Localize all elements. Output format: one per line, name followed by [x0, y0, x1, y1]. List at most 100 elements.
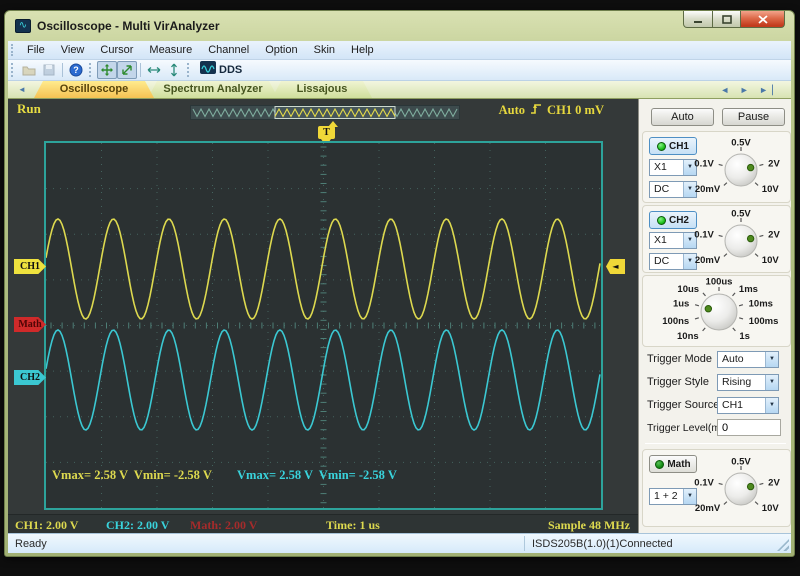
minimize-button[interactable] [683, 11, 713, 28]
dds-icon [200, 61, 216, 79]
svg-text:10V: 10V [762, 184, 780, 195]
svg-text:2V: 2V [768, 478, 780, 489]
toolbar-grip [11, 63, 16, 77]
ch1-button-label: CH1 [668, 140, 689, 152]
svg-text:0.5V: 0.5V [731, 138, 751, 149]
math-operation-value: 1 + 2 [654, 490, 678, 502]
math-position-marker[interactable]: Math [14, 317, 46, 332]
tab-nav-arrows-icon[interactable]: ◄ ► ►▏ [720, 85, 783, 96]
ch2-enable-button[interactable]: CH2 [649, 211, 697, 229]
open-button[interactable] [19, 61, 39, 79]
ch2-group: CH2 X1 ▼ DC ▼ 0.5V 2V 10V 20mV 0.1V [642, 205, 791, 273]
ch2-position-marker[interactable]: CH2 [14, 370, 46, 385]
ch2-coupling-select[interactable]: DC ▼ [649, 253, 697, 270]
menu-skin[interactable]: Skin [306, 41, 343, 59]
tab-lissajous[interactable]: Lissajous [272, 81, 372, 98]
svg-text:1s: 1s [739, 331, 750, 342]
svg-text:0.5V: 0.5V [731, 457, 751, 468]
horizontal-expand-icon[interactable] [144, 61, 164, 79]
trigger-mode-select[interactable]: Auto ▼ [717, 351, 779, 368]
ch1-led-icon [656, 141, 666, 151]
dds-label: DDS [219, 64, 243, 76]
svg-text:1ms: 1ms [739, 284, 758, 295]
ch1-vmax-vmin: Vmax= 2.58 V Vmin= -2.58 V [52, 468, 212, 482]
vertical-expand-icon[interactable] [164, 61, 184, 79]
menu-file[interactable]: File [19, 41, 53, 59]
toolbar-grip2 [89, 63, 94, 77]
chevron-down-icon: ▼ [765, 375, 778, 390]
menu-channel[interactable]: Channel [200, 41, 257, 59]
dds-button[interactable]: DDS [195, 61, 247, 79]
svg-text:2V: 2V [768, 230, 780, 241]
svg-text:?: ? [73, 65, 79, 75]
status-device: ISDS205B(1.0)(1)Connected [532, 538, 673, 550]
svg-text:0.1V: 0.1V [694, 478, 714, 489]
menu-cursor[interactable]: Cursor [92, 41, 141, 59]
svg-text:0.1V: 0.1V [694, 230, 714, 241]
svg-text:10V: 10V [762, 255, 780, 266]
help-icon[interactable]: ? [66, 61, 86, 79]
trigger-source-select[interactable]: CH1 ▼ [717, 397, 779, 414]
ch1-position-marker[interactable]: CH1 [14, 259, 46, 274]
trigger-mode-value: Auto [722, 353, 744, 365]
menu-grip [11, 43, 16, 57]
maximize-button[interactable] [713, 11, 741, 28]
ch2-button-label: CH2 [668, 214, 689, 226]
svg-text:10us: 10us [677, 284, 699, 295]
resize-grip[interactable] [777, 539, 789, 551]
math-button-label: Math [667, 458, 691, 470]
menu-help[interactable]: Help [343, 41, 382, 59]
ch1-enable-button[interactable]: CH1 [649, 137, 697, 155]
waveform-preview-strip[interactable] [190, 105, 460, 120]
tab-spectrum-analyzer[interactable]: Spectrum Analyzer [148, 81, 278, 98]
trigger-level-marker[interactable]: ◄ [606, 259, 625, 274]
rising-edge-icon [530, 102, 542, 119]
toolbar-grip3 [187, 63, 192, 77]
auto-button[interactable]: Auto [651, 108, 714, 126]
client-area: File View Cursor Measure Channel Option … [8, 41, 791, 553]
pause-button[interactable]: Pause [722, 108, 785, 126]
math-enable-button[interactable]: Math [649, 455, 697, 473]
ch1-volts-knob[interactable]: 0.5V 2V 10V 20mV 0.1V [694, 132, 791, 204]
ch2-volts-knob[interactable]: 0.5V 2V 10V 20mV 0.1V [694, 204, 791, 274]
trigger-mode-label: Trigger Mode [647, 353, 713, 365]
ch2-led-icon [656, 215, 666, 225]
app-window: ∿ Oscilloscope - Multi VirAnalyzer File … [4, 10, 795, 557]
math-operation-select[interactable]: 1 + 2 ▼ [649, 488, 697, 505]
trigger-time-marker[interactable]: T [318, 126, 335, 139]
menu-bar: File View Cursor Measure Channel Option … [8, 41, 791, 60]
menu-option[interactable]: Option [257, 41, 305, 59]
status-ready: Ready [15, 538, 47, 550]
toolbar-separator2 [140, 63, 141, 77]
toolbar-separator [62, 63, 63, 77]
app-icon: ∿ [15, 19, 31, 33]
move-trace-icon[interactable] [97, 61, 117, 79]
ch1-group: CH1 X1 ▼ DC ▼ 0.5V 2V 10V 20mV 0.1V [642, 131, 791, 203]
close-button[interactable] [741, 11, 785, 28]
svg-text:20mV: 20mV [695, 503, 721, 514]
trigger-channel-readout: CH1 0 mV [547, 103, 604, 117]
timebase-knob[interactable]: 100us 1ms 10ms 100ms 1s 10ns 100ns 1us 10us [643, 276, 791, 348]
scope-status-bar: CH1: 2.00 V CH2: 2.00 V Math: 2.00 V Tim… [8, 514, 638, 535]
ch2-probe-value: X1 [654, 234, 667, 246]
trigger-readout: Auto CH1 0 mV [499, 102, 604, 119]
ch2-probe-select[interactable]: X1 ▼ [649, 232, 697, 249]
menu-view[interactable]: View [53, 41, 93, 59]
save-button[interactable] [39, 61, 59, 79]
math-volts-knob[interactable]: 0.5V 2V 10V 20mV 0.1V [694, 452, 791, 524]
ch1-probe-select[interactable]: X1 ▼ [649, 159, 697, 176]
title-bar[interactable]: ∿ Oscilloscope - Multi VirAnalyzer [5, 11, 794, 41]
trigger-level-input[interactable] [717, 419, 781, 436]
status-separator [524, 536, 525, 551]
tab-oscilloscope[interactable]: Oscilloscope [34, 81, 154, 98]
menu-measure[interactable]: Measure [141, 41, 200, 59]
ch1-coupling-select[interactable]: DC ▼ [649, 181, 697, 198]
ch1-coupling-value: DC [654, 183, 670, 195]
math-group: Math 1 + 2 ▼ 0.5V 2V 10V 20mV 0.1V [642, 449, 791, 527]
trigger-source-value: CH1 [722, 399, 744, 411]
tab-scroll-left-icon[interactable]: ◄ [14, 82, 30, 97]
trigger-style-select[interactable]: Rising ▼ [717, 374, 779, 391]
scale-trace-icon[interactable] [117, 61, 137, 79]
trigger-mode-readout: Auto [498, 103, 526, 117]
scope-panel: Run T Auto CH1 0 mV CH1 Math CH2 ◄ Vmax=… [8, 99, 638, 541]
